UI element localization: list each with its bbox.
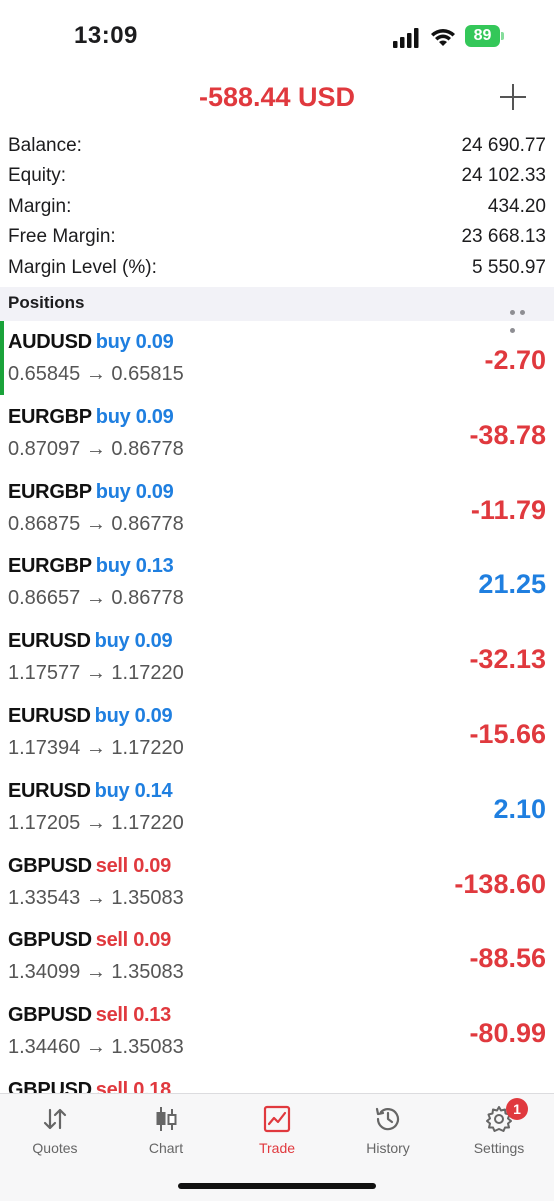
tab-label: History: [366, 1140, 410, 1156]
summary-label: Margin Level (%):: [8, 256, 157, 278]
battery-level: 89: [465, 25, 500, 47]
position-side: sell 0.13: [95, 1004, 171, 1027]
more-options-icon[interactable]: [510, 302, 538, 333]
position-profit: 2.10: [493, 793, 546, 824]
position-symbol: GBPUSD: [8, 854, 92, 877]
summary-value: 5 550.97: [472, 256, 546, 278]
position-side: sell 0.09: [95, 929, 171, 952]
position-profit: -2.70: [484, 345, 546, 375]
tab-label: Quotes: [32, 1140, 78, 1156]
quotes-arrows-icon: [43, 1108, 67, 1130]
position-row[interactable]: EURGBP buy 0.09 0.86875 → 0.86778 -11.79: [0, 471, 554, 546]
position-row[interactable]: GBPUSD sell 0.13 1.34460 → 1.35083 -80.99: [0, 994, 554, 1069]
position-symbol: GBPUSD: [8, 1078, 92, 1093]
position-prices: 0.86875 → 0.86778: [8, 512, 184, 535]
tab-history[interactable]: History: [333, 1094, 443, 1164]
position-prices: 1.34099 → 1.35083: [8, 961, 184, 984]
positions-list: AUDUSD buy 0.09 0.65845 → 0.65815 -2.70 E…: [0, 321, 554, 1093]
position-prices: 1.17577 → 1.17220: [8, 662, 184, 685]
cellular-signal-icon: [393, 28, 419, 48]
position-prices: 1.34460 → 1.35083: [8, 1036, 184, 1059]
summary-margin-level: Margin Level (%): 5 550.97: [0, 253, 554, 283]
position-row[interactable]: AUDUSD buy 0.09 0.65845 → 0.65815 -2.70: [0, 321, 554, 396]
position-profit: -138.60: [454, 868, 546, 899]
account-summary: Balance: 24 690.77 Equity: 24 102.33 Mar…: [0, 131, 554, 283]
position-profit: -38.78: [469, 419, 546, 450]
summary-value: 24 690.77: [461, 135, 546, 156]
position-profit: -88.56: [469, 943, 546, 974]
position-profit: -80.99: [469, 1018, 546, 1049]
position-row[interactable]: EURGBP buy 0.09 0.87097 → 0.86778 -38.78: [0, 396, 554, 471]
summary-balance: Balance: 24 690.77: [0, 131, 554, 161]
position-side: buy 0.09: [94, 630, 173, 653]
tab-chart[interactable]: Chart: [111, 1094, 221, 1164]
history-clock-icon: [375, 1107, 400, 1131]
status-bar: 13:09 89: [0, 0, 554, 72]
position-side: buy 0.09: [95, 331, 174, 353]
tab-label: Trade: [258, 1140, 296, 1156]
position-side: sell 0.09: [95, 854, 171, 877]
summary-label: Margin:: [8, 195, 72, 217]
positions-title: Positions: [8, 293, 85, 312]
position-side: buy 0.09: [95, 405, 174, 428]
position-symbol: EURUSD: [8, 779, 91, 802]
summary-free-margin: Free Margin: 23 668.13: [0, 222, 554, 252]
summary-margin: Margin: 434.20: [0, 192, 554, 222]
position-row[interactable]: GBPUSD sell 0.09 1.33543 → 1.35083 -138.6…: [0, 845, 554, 920]
status-time: 13:09: [74, 22, 138, 49]
position-row[interactable]: GBPUSD sell 0.18: [0, 1069, 554, 1093]
position-prices: 0.86657 → 0.86778: [8, 587, 184, 610]
position-side: buy 0.09: [94, 704, 173, 727]
position-symbol: GBPUSD: [8, 929, 92, 952]
home-indicator: [178, 1183, 376, 1189]
summary-label: Balance:: [8, 135, 82, 156]
position-profit: 21.25: [478, 569, 546, 600]
position-prices: 1.17394 → 1.17220: [8, 736, 184, 759]
position-symbol: EURUSD: [8, 630, 91, 653]
tab-settings[interactable]: 1 Settings: [444, 1094, 554, 1164]
battery-icon: 89: [465, 25, 505, 47]
position-profit: -32.13: [469, 644, 546, 675]
candlestick-icon: [156, 1107, 177, 1131]
summary-equity: Equity: 24 102.33: [0, 161, 554, 191]
new-order-plus-icon[interactable]: [500, 84, 526, 110]
summary-label: Free Margin:: [8, 226, 116, 248]
trade-chart-icon: [263, 1105, 291, 1133]
position-row[interactable]: EURUSD buy 0.09 1.17394 → 1.17220 -15.66: [0, 695, 554, 770]
position-prices: 0.65845 → 0.65815: [8, 363, 184, 385]
position-prices: 1.33543 → 1.35083: [8, 886, 184, 909]
position-row[interactable]: EURGBP buy 0.13 0.86657 → 0.86778 21.25: [0, 545, 554, 620]
summary-label: Equity:: [8, 165, 67, 187]
position-symbol: GBPUSD: [8, 1004, 92, 1027]
summary-value: 434.20: [487, 195, 546, 217]
summary-value: 24 102.33: [461, 165, 546, 187]
position-row[interactable]: EURUSD buy 0.14 1.17205 → 1.17220 2.10: [0, 770, 554, 845]
wifi-icon: [431, 29, 455, 46]
position-symbol: EURGBP: [8, 405, 92, 428]
total-profit: -588.44 USD: [198, 82, 356, 112]
summary-value: 23 668.13: [461, 226, 546, 248]
position-row[interactable]: GBPUSD sell 0.09 1.34099 → 1.35083 -88.56: [0, 919, 554, 994]
position-symbol: EURGBP: [8, 555, 92, 578]
tab-label: Settings: [473, 1140, 525, 1156]
position-symbol: AUDUSD: [8, 331, 92, 353]
position-row[interactable]: EURUSD buy 0.09 1.17577 → 1.17220 -32.13: [0, 620, 554, 695]
positions-header: Positions: [0, 287, 554, 333]
position-prices: 0.87097 → 0.86778: [8, 437, 184, 460]
position-side: buy 0.09: [95, 480, 174, 503]
tab-trade[interactable]: Trade: [222, 1094, 332, 1164]
notification-badge: 1: [506, 1098, 528, 1120]
position-profit: -15.66: [469, 718, 546, 749]
tab-quotes[interactable]: Quotes: [0, 1094, 110, 1164]
trade-header: -588.44 USD: [0, 72, 554, 126]
position-symbol: EURGBP: [8, 480, 92, 503]
position-symbol: EURUSD: [8, 704, 91, 727]
position-prices: 1.17205 → 1.17220: [8, 811, 184, 834]
tab-label: Chart: [148, 1140, 184, 1156]
position-side: sell 0.18: [95, 1078, 171, 1093]
position-side: buy 0.13: [95, 555, 174, 578]
position-profit: -11.79: [470, 494, 546, 525]
position-side: buy 0.14: [94, 779, 173, 802]
